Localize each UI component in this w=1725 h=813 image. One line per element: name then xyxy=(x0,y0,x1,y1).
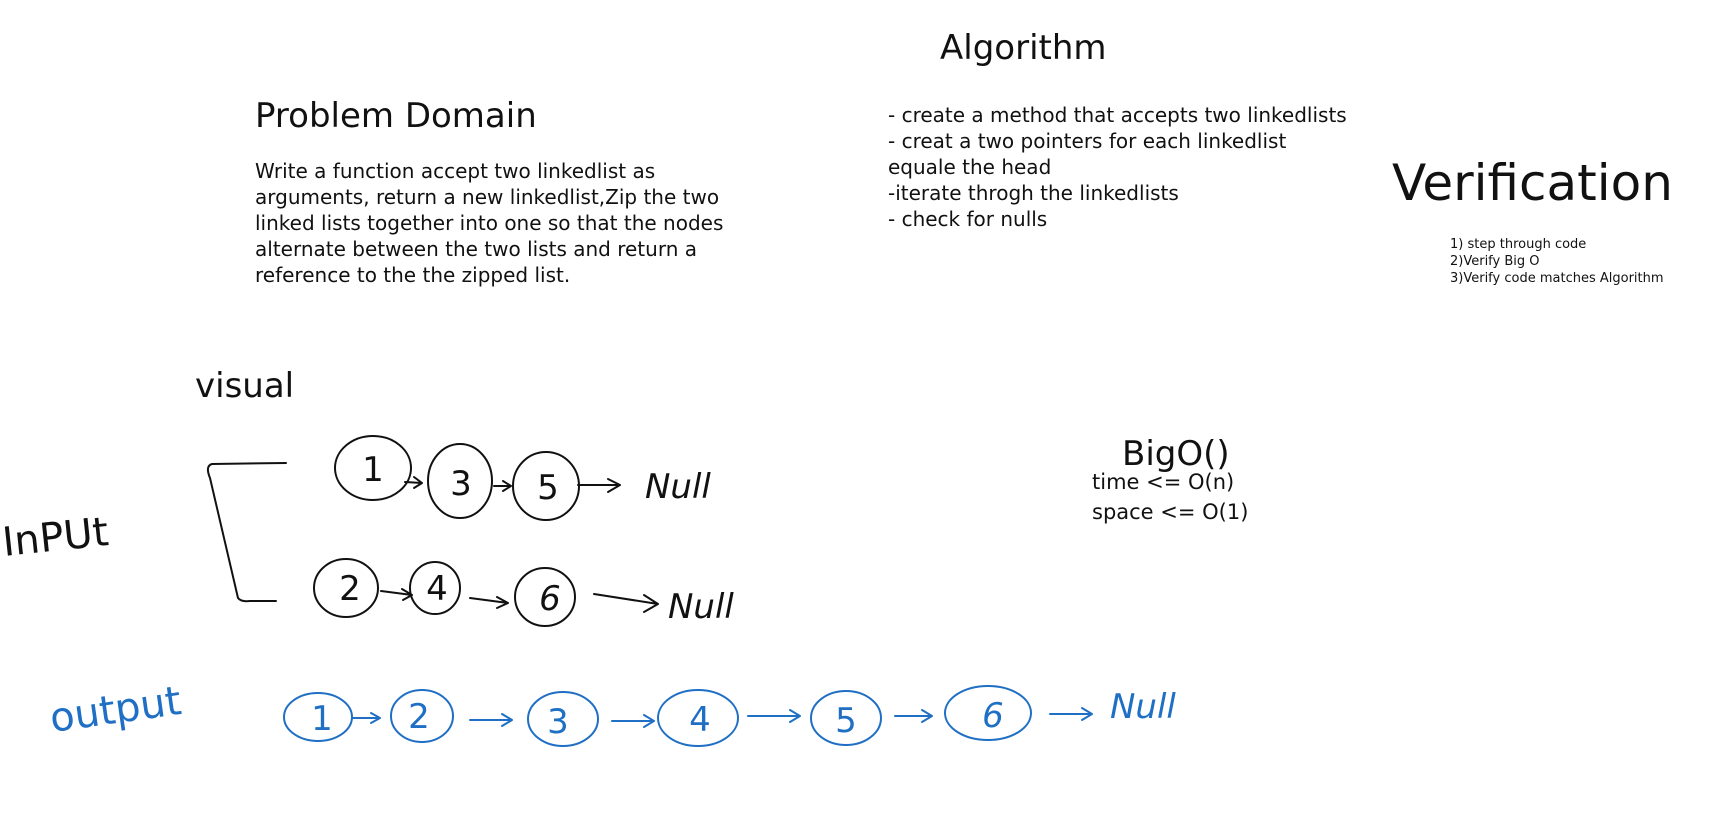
svg-text:2: 2 xyxy=(408,697,430,737)
list-b-null: Null xyxy=(668,587,734,627)
arrow xyxy=(577,478,621,493)
svg-text:3: 3 xyxy=(547,702,569,742)
arrow xyxy=(593,593,659,613)
output-arrow xyxy=(747,709,801,723)
svg-text:3: 3 xyxy=(450,464,472,504)
output-arrow xyxy=(351,712,381,724)
arrow xyxy=(469,596,509,609)
arrow xyxy=(404,476,423,489)
output-node: 4 xyxy=(657,689,739,747)
list-a-null: Null xyxy=(645,467,711,507)
svg-text:5: 5 xyxy=(835,701,857,741)
list-a-node: 5 xyxy=(512,451,580,521)
output-null: Null xyxy=(1110,687,1176,727)
svg-text:4: 4 xyxy=(689,700,711,740)
list-b-node: 6 xyxy=(514,567,576,627)
output-arrow xyxy=(894,709,933,723)
svg-text:6: 6 xyxy=(539,579,561,619)
output-node: 2 xyxy=(390,689,454,743)
input-bracket xyxy=(206,462,287,603)
list-b-node: 2 xyxy=(313,558,379,618)
linked-list-diagram: InPUt 1 3 5 Null 2 4 6 Null output 1 2 3… xyxy=(0,435,1176,747)
list-b-node: 4 xyxy=(409,561,461,615)
arrow xyxy=(380,588,413,601)
input-label: InPUt xyxy=(0,509,110,566)
svg-text:5: 5 xyxy=(537,468,559,508)
arrow xyxy=(493,480,512,492)
output-node: 3 xyxy=(527,691,599,747)
output-label: output xyxy=(47,678,184,742)
output-node: 1 xyxy=(283,692,353,742)
output-arrow xyxy=(611,714,655,728)
list-a-node: 1 xyxy=(334,435,412,501)
list-a-node: 3 xyxy=(427,443,493,519)
output-node: 5 xyxy=(810,690,882,746)
svg-text:2: 2 xyxy=(339,569,361,609)
output-arrow xyxy=(1049,707,1093,721)
svg-text:6: 6 xyxy=(982,696,1004,736)
output-arrow xyxy=(469,713,513,727)
svg-text:1: 1 xyxy=(311,699,333,739)
svg-text:1: 1 xyxy=(362,450,384,490)
svg-text:4: 4 xyxy=(426,569,448,609)
output-node: 6 xyxy=(944,685,1032,741)
